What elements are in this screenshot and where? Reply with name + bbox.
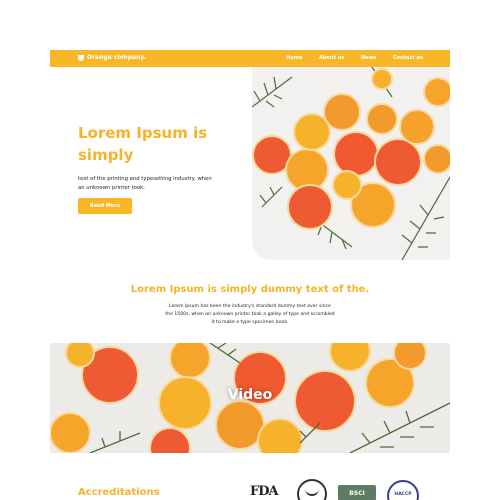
brand-logo[interactable]: Orange company. — [78, 54, 146, 61]
haccp-label: HACCP — [394, 492, 412, 497]
haccp-logo: HACCP — [387, 480, 419, 500]
brand-icon — [78, 54, 84, 61]
hero-description: text of the printing and typesetting ind… — [78, 176, 212, 191]
video-player[interactable] — [50, 343, 450, 453]
brand-name: Orange company. — [87, 54, 147, 61]
hero-title: Lorem Ipsum is simply — [78, 124, 208, 164]
nav-news[interactable]: News — [361, 55, 376, 61]
bsci-logo: BSCI — [338, 485, 376, 500]
halal-logo — [297, 479, 327, 500]
halal-emblem-icon — [305, 486, 319, 496]
fda-logo: FDA — [250, 484, 279, 499]
intro-paragraph: Lorem Ipsum has been the industry's stan… — [165, 304, 335, 325]
intro-heading: Lorem Ipsum is simply dummy text of the. — [130, 284, 370, 295]
top-navbar: Orange company. Home About us News Conta… — [50, 50, 450, 67]
bsci-label: BSCI — [349, 489, 365, 497]
read-more-button[interactable]: Read More — [78, 198, 132, 214]
nav-home[interactable]: Home — [286, 55, 302, 61]
nav-contact-us[interactable]: Contact us — [393, 55, 423, 61]
accreditations-heading: Accreditations — [78, 487, 160, 498]
hero-citrus-image — [252, 67, 450, 260]
nav-about-us[interactable]: About us — [319, 55, 344, 61]
